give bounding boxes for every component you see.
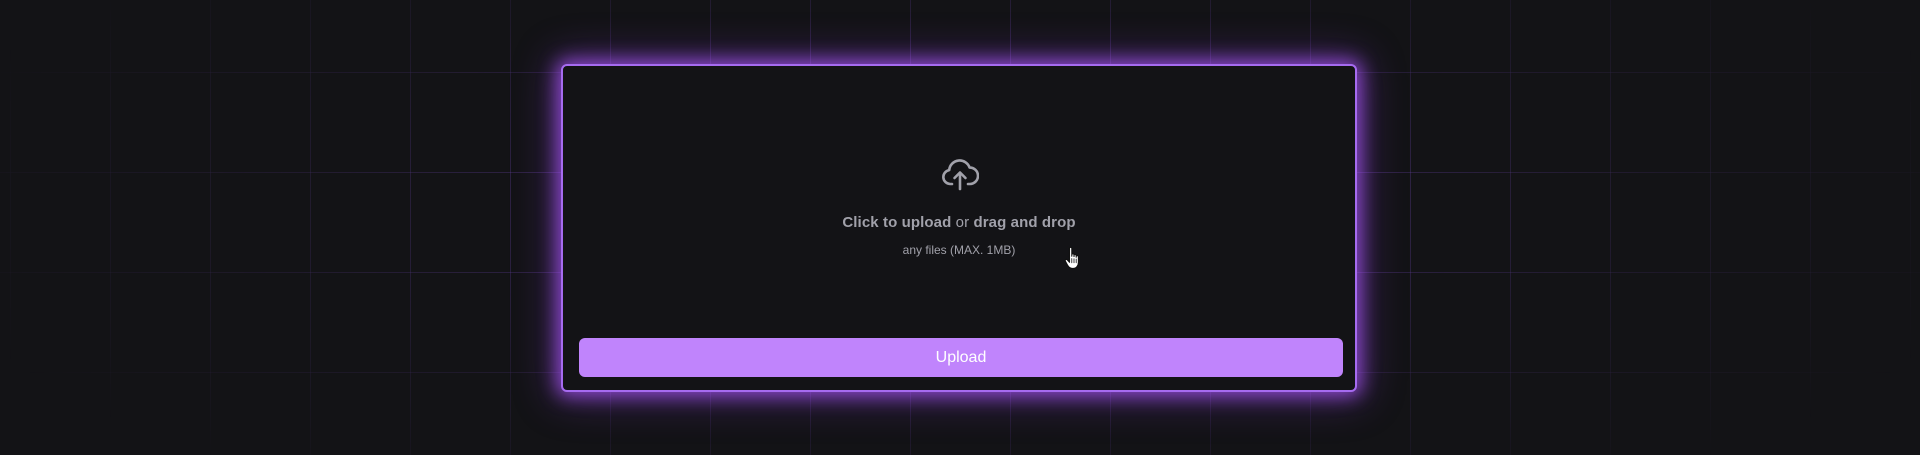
file-upload-card: Click to upload or drag and drop any fil… — [561, 64, 1357, 392]
cloud-upload-icon — [942, 159, 979, 191]
drag-and-drop-text: drag and drop — [973, 214, 1076, 231]
page-background: Click to upload or drag and drop any fil… — [0, 0, 1920, 455]
file-size-hint: any files (MAX. 1MB) — [902, 243, 1016, 257]
prompt-connector-text: or — [955, 214, 970, 231]
click-to-upload-text: Click to upload — [842, 214, 952, 231]
dropzone-prompt: Click to upload or drag and drop — [563, 214, 1355, 231]
file-dropzone[interactable]: Click to upload or drag and drop any fil… — [563, 66, 1355, 326]
upload-button[interactable]: Upload — [579, 338, 1343, 377]
